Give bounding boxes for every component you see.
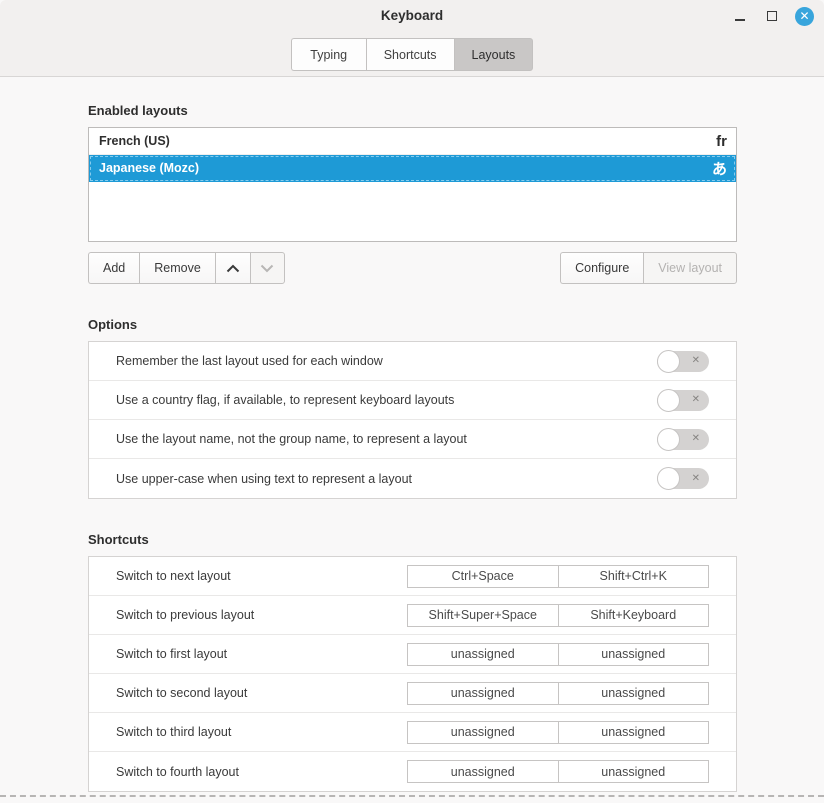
binding-group: unassigned unassigned bbox=[407, 643, 709, 666]
shortcut-row-second-layout: Switch to second layout unassigned unass… bbox=[89, 674, 736, 713]
binding-group: unassigned unassigned bbox=[407, 760, 709, 783]
binding-group: unassigned unassigned bbox=[407, 721, 709, 744]
layouts-page: Enabled layouts French (US) fr Japanese … bbox=[0, 103, 824, 792]
shortcut-label: Switch to second layout bbox=[116, 686, 407, 700]
move-down-button[interactable] bbox=[250, 252, 285, 284]
toggle-remember-layout[interactable]: ✕ bbox=[657, 351, 709, 372]
shortcuts-group: Switch to next layout Ctrl+Space Shift+C… bbox=[88, 556, 737, 792]
layout-name: French (US) bbox=[99, 134, 716, 148]
binding-cell-2[interactable]: unassigned bbox=[559, 683, 709, 704]
shortcut-label: Switch to third layout bbox=[116, 725, 407, 739]
configure-buttons-group: Configure View layout bbox=[560, 252, 737, 284]
minimize-icon bbox=[735, 19, 745, 21]
toggle-upper-case[interactable]: ✕ bbox=[657, 468, 709, 489]
binding-cell-2[interactable]: unassigned bbox=[559, 722, 709, 743]
option-row-remember-layout: Remember the last layout used for each w… bbox=[89, 342, 736, 381]
titlebar[interactable]: Keyboard ✕ bbox=[0, 0, 824, 33]
toggle-off-x-icon: ✕ bbox=[692, 434, 700, 444]
shortcuts-heading: Shortcuts bbox=[88, 532, 737, 547]
layout-indicator-icon: あ bbox=[712, 158, 727, 179]
binding-cell-1[interactable]: unassigned bbox=[408, 644, 559, 665]
shortcut-row-first-layout: Switch to first layout unassigned unassi… bbox=[89, 635, 736, 674]
window-title: Keyboard bbox=[0, 8, 824, 23]
enabled-layouts-heading: Enabled layouts bbox=[88, 103, 737, 118]
layout-name: Japanese (Mozc) bbox=[99, 161, 712, 175]
option-label: Remember the last layout used for each w… bbox=[116, 354, 657, 368]
binding-cell-1[interactable]: Shift+Super+Space bbox=[408, 605, 559, 626]
chevron-down-icon bbox=[260, 264, 274, 273]
binding-group: unassigned unassigned bbox=[407, 682, 709, 705]
layout-row-french[interactable]: French (US) fr bbox=[89, 128, 736, 155]
toggle-knob bbox=[657, 428, 680, 451]
close-icon: ✕ bbox=[799, 10, 809, 22]
binding-cell-1[interactable]: unassigned bbox=[408, 761, 559, 782]
close-button[interactable]: ✕ bbox=[795, 7, 814, 26]
edit-buttons-group: Add Remove bbox=[88, 252, 285, 284]
toggle-knob bbox=[657, 350, 680, 373]
toggle-layout-name[interactable]: ✕ bbox=[657, 429, 709, 450]
toggle-off-x-icon: ✕ bbox=[692, 395, 700, 405]
shortcut-label: Switch to fourth layout bbox=[116, 765, 407, 779]
toggle-knob bbox=[657, 467, 680, 490]
shortcut-row-previous-layout: Switch to previous layout Shift+Super+Sp… bbox=[89, 596, 736, 635]
options-heading: Options bbox=[88, 317, 737, 332]
option-label: Use a country flag, if available, to rep… bbox=[116, 393, 657, 407]
layout-indicator-icon: fr bbox=[716, 133, 727, 150]
tab-shortcuts[interactable]: Shortcuts bbox=[366, 38, 454, 71]
window-controls: ✕ bbox=[731, 7, 814, 25]
scroll-undershoot-indicator bbox=[0, 795, 824, 797]
remove-layout-button[interactable]: Remove bbox=[139, 252, 215, 284]
binding-group: Shift+Super+Space Shift+Keyboard bbox=[407, 604, 709, 627]
binding-cell-2[interactable]: unassigned bbox=[559, 761, 709, 782]
toggle-off-x-icon: ✕ bbox=[692, 473, 700, 483]
configure-button[interactable]: Configure bbox=[560, 252, 643, 284]
binding-cell-2[interactable]: unassigned bbox=[559, 644, 709, 665]
option-row-upper-case: Use upper-case when using text to repres… bbox=[89, 459, 736, 498]
view-layout-button[interactable]: View layout bbox=[643, 252, 737, 284]
tab-layouts[interactable]: Layouts bbox=[454, 38, 534, 71]
maximize-button[interactable] bbox=[763, 7, 781, 25]
enabled-layouts-list: French (US) fr Japanese (Mozc) あ bbox=[88, 127, 737, 242]
binding-cell-1[interactable]: unassigned bbox=[408, 683, 559, 704]
binding-cell-2[interactable]: Shift+Ctrl+K bbox=[559, 566, 709, 587]
shortcut-row-third-layout: Switch to third layout unassigned unassi… bbox=[89, 713, 736, 752]
add-layout-button[interactable]: Add bbox=[88, 252, 139, 284]
binding-group: Ctrl+Space Shift+Ctrl+K bbox=[407, 565, 709, 588]
option-label: Use the layout name, not the group name,… bbox=[116, 432, 657, 446]
shortcut-row-next-layout: Switch to next layout Ctrl+Space Shift+C… bbox=[89, 557, 736, 596]
shortcut-row-fourth-layout: Switch to fourth layout unassigned unass… bbox=[89, 752, 736, 791]
layout-list-actions: Add Remove Configure View layout bbox=[88, 252, 737, 284]
tab-bar: Typing Shortcuts Layouts bbox=[0, 38, 824, 71]
option-label: Use upper-case when using text to repres… bbox=[116, 472, 657, 486]
shortcut-label: Switch to first layout bbox=[116, 647, 407, 661]
toggle-country-flag[interactable]: ✕ bbox=[657, 390, 709, 411]
layout-row-japanese[interactable]: Japanese (Mozc) あ bbox=[89, 155, 736, 182]
move-up-button[interactable] bbox=[215, 252, 250, 284]
shortcut-label: Switch to next layout bbox=[116, 569, 407, 583]
binding-cell-2[interactable]: Shift+Keyboard bbox=[559, 605, 709, 626]
tab-typing[interactable]: Typing bbox=[291, 38, 366, 71]
binding-cell-1[interactable]: Ctrl+Space bbox=[408, 566, 559, 587]
window-header: Keyboard ✕ Typing Shortcuts Layouts bbox=[0, 0, 824, 77]
option-row-country-flag: Use a country flag, if available, to rep… bbox=[89, 381, 736, 420]
chevron-up-icon bbox=[226, 264, 240, 273]
binding-cell-1[interactable]: unassigned bbox=[408, 722, 559, 743]
minimize-button[interactable] bbox=[731, 7, 749, 25]
maximize-icon bbox=[767, 11, 777, 21]
options-group: Remember the last layout used for each w… bbox=[88, 341, 737, 499]
toggle-knob bbox=[657, 389, 680, 412]
toggle-off-x-icon: ✕ bbox=[692, 356, 700, 366]
shortcut-label: Switch to previous layout bbox=[116, 608, 407, 622]
option-row-layout-name: Use the layout name, not the group name,… bbox=[89, 420, 736, 459]
